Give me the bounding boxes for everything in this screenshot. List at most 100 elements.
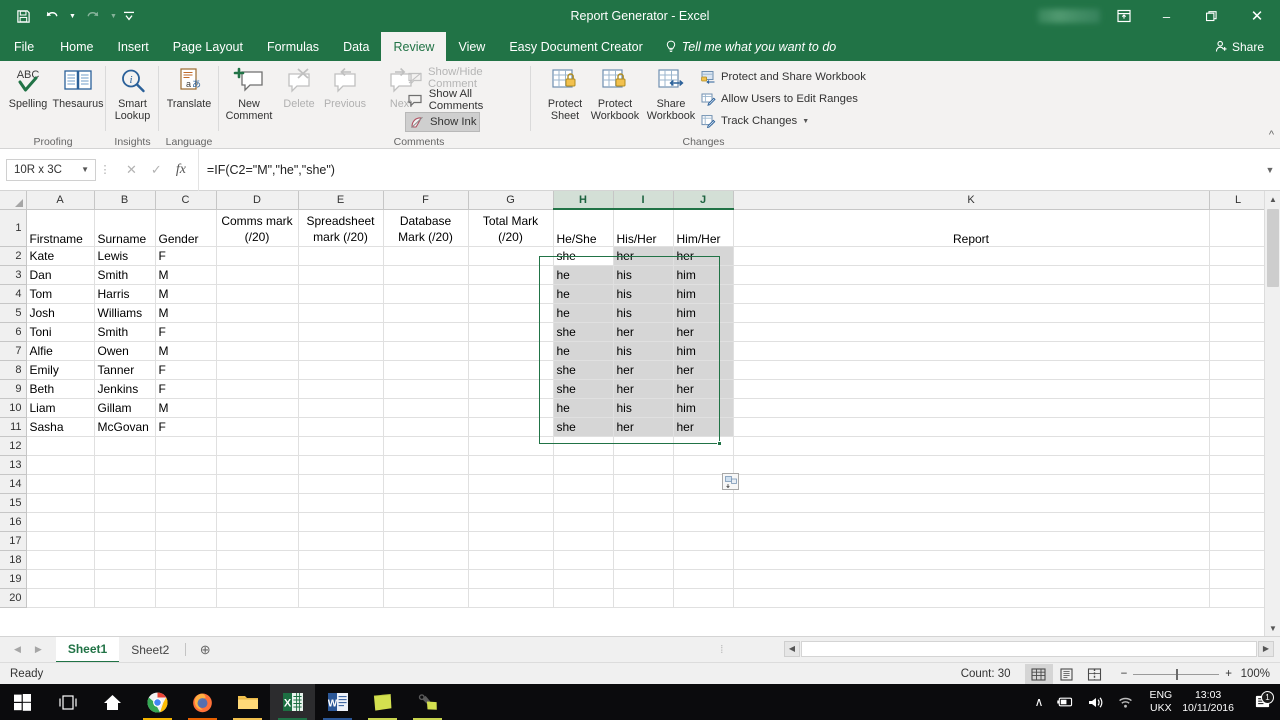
cell-E11[interactable]: [298, 417, 384, 437]
cell-B16[interactable]: [94, 512, 156, 532]
name-box-dropdown-icon[interactable]: ▼: [81, 165, 89, 174]
cell-A15[interactable]: [26, 493, 95, 513]
cell-J19[interactable]: [673, 569, 734, 589]
cell-J1[interactable]: Him/Her: [673, 209, 734, 247]
cell-E8[interactable]: [298, 360, 384, 380]
col-header-C[interactable]: C: [155, 191, 217, 210]
cell-D4[interactable]: [216, 284, 299, 304]
cell-B8[interactable]: Tanner: [94, 360, 156, 380]
cell-I19[interactable]: [613, 569, 674, 589]
share-button[interactable]: Share: [1207, 35, 1272, 58]
tab-formulas[interactable]: Formulas: [255, 32, 331, 61]
cell-L18[interactable]: [1209, 550, 1268, 570]
cell-J15[interactable]: [673, 493, 734, 513]
auto-fill-options-button[interactable]: [722, 473, 739, 490]
cell-C3[interactable]: M: [155, 265, 217, 285]
cell-J9[interactable]: her: [673, 379, 734, 399]
cell-G6[interactable]: [468, 322, 554, 342]
confirm-entry-icon[interactable]: ✓: [151, 162, 162, 178]
cell-D18[interactable]: [216, 550, 299, 570]
cell-H14[interactable]: [553, 474, 614, 494]
cell-F8[interactable]: [383, 360, 469, 380]
cell-E10[interactable]: [298, 398, 384, 418]
cell-L14[interactable]: [1209, 474, 1268, 494]
name-box[interactable]: 10R x 3C ▼: [6, 158, 96, 181]
cell-G4[interactable]: [468, 284, 554, 304]
cell-G18[interactable]: [468, 550, 554, 570]
cell-D8[interactable]: [216, 360, 299, 380]
cell-L10[interactable]: [1209, 398, 1268, 418]
cell-D1[interactable]: Comms mark (/20): [216, 209, 299, 247]
cell-A16[interactable]: [26, 512, 95, 532]
cell-A14[interactable]: [26, 474, 95, 494]
cell-B13[interactable]: [94, 455, 156, 475]
tell-me-search[interactable]: Tell me what you want to do: [655, 32, 847, 61]
clock[interactable]: 13:03 10/11/2016: [1180, 689, 1244, 715]
cell-F5[interactable]: [383, 303, 469, 323]
zoom-slider-thumb[interactable]: [1176, 668, 1179, 680]
cell-E13[interactable]: [298, 455, 384, 475]
cell-H19[interactable]: [553, 569, 614, 589]
cell-E4[interactable]: [298, 284, 384, 304]
page-break-view-button[interactable]: [1081, 664, 1109, 684]
select-all-corner[interactable]: [0, 191, 27, 210]
cell-H2[interactable]: she: [553, 246, 614, 266]
cell-C17[interactable]: [155, 531, 217, 551]
row-header-7[interactable]: 7: [0, 341, 27, 361]
col-header-A[interactable]: A: [26, 191, 95, 210]
cell-E7[interactable]: [298, 341, 384, 361]
cell-K20[interactable]: [733, 588, 1210, 608]
col-header-I[interactable]: I: [613, 191, 674, 210]
chrome-icon[interactable]: [135, 684, 180, 720]
cell-A4[interactable]: Tom: [26, 284, 95, 304]
row-header-16[interactable]: 16: [0, 512, 27, 532]
customize-qat-icon[interactable]: [121, 3, 137, 29]
cell-B3[interactable]: Smith: [94, 265, 156, 285]
cell-A5[interactable]: Josh: [26, 303, 95, 323]
cell-J20[interactable]: [673, 588, 734, 608]
cell-C11[interactable]: F: [155, 417, 217, 437]
cell-I7[interactable]: his: [613, 341, 674, 361]
cell-C9[interactable]: F: [155, 379, 217, 399]
cell-H8[interactable]: she: [553, 360, 614, 380]
redo-dropdown-icon[interactable]: ▼: [109, 3, 118, 29]
cell-H9[interactable]: she: [553, 379, 614, 399]
cell-E9[interactable]: [298, 379, 384, 399]
cell-H20[interactable]: [553, 588, 614, 608]
translate-button[interactable]: aあ Translate: [159, 64, 219, 130]
cell-I18[interactable]: [613, 550, 674, 570]
cell-J3[interactable]: him: [673, 265, 734, 285]
cell-C7[interactable]: M: [155, 341, 217, 361]
cell-F20[interactable]: [383, 588, 469, 608]
zoom-control[interactable]: − +: [1109, 668, 1240, 680]
cell-B1[interactable]: Surname: [94, 209, 156, 247]
undo-icon[interactable]: [39, 3, 65, 29]
cell-F18[interactable]: [383, 550, 469, 570]
cell-H4[interactable]: he: [553, 284, 614, 304]
cell-D16[interactable]: [216, 512, 299, 532]
row-header-17[interactable]: 17: [0, 531, 27, 551]
cell-J5[interactable]: him: [673, 303, 734, 323]
task-view-button[interactable]: [45, 684, 90, 720]
cell-E20[interactable]: [298, 588, 384, 608]
row-header-3[interactable]: 3: [0, 265, 27, 285]
cell-J18[interactable]: [673, 550, 734, 570]
vertical-scrollbar[interactable]: ▲ ▼: [1264, 191, 1280, 636]
cell-C2[interactable]: F: [155, 246, 217, 266]
sheet-tab-sheet2[interactable]: Sheet2: [119, 637, 181, 663]
cell-B15[interactable]: [94, 493, 156, 513]
cell-L12[interactable]: [1209, 436, 1268, 456]
cell-I14[interactable]: [613, 474, 674, 494]
row-header-4[interactable]: 4: [0, 284, 27, 304]
cell-E2[interactable]: [298, 246, 384, 266]
cell-E6[interactable]: [298, 322, 384, 342]
scroll-down-icon[interactable]: ▼: [1265, 620, 1280, 636]
cell-D13[interactable]: [216, 455, 299, 475]
tab-insert[interactable]: Insert: [106, 32, 161, 61]
row-header-9[interactable]: 9: [0, 379, 27, 399]
cell-F11[interactable]: [383, 417, 469, 437]
cell-L11[interactable]: [1209, 417, 1268, 437]
cell-C18[interactable]: [155, 550, 217, 570]
share-workbook-button[interactable]: Share Workbook: [643, 64, 699, 130]
cell-G9[interactable]: [468, 379, 554, 399]
